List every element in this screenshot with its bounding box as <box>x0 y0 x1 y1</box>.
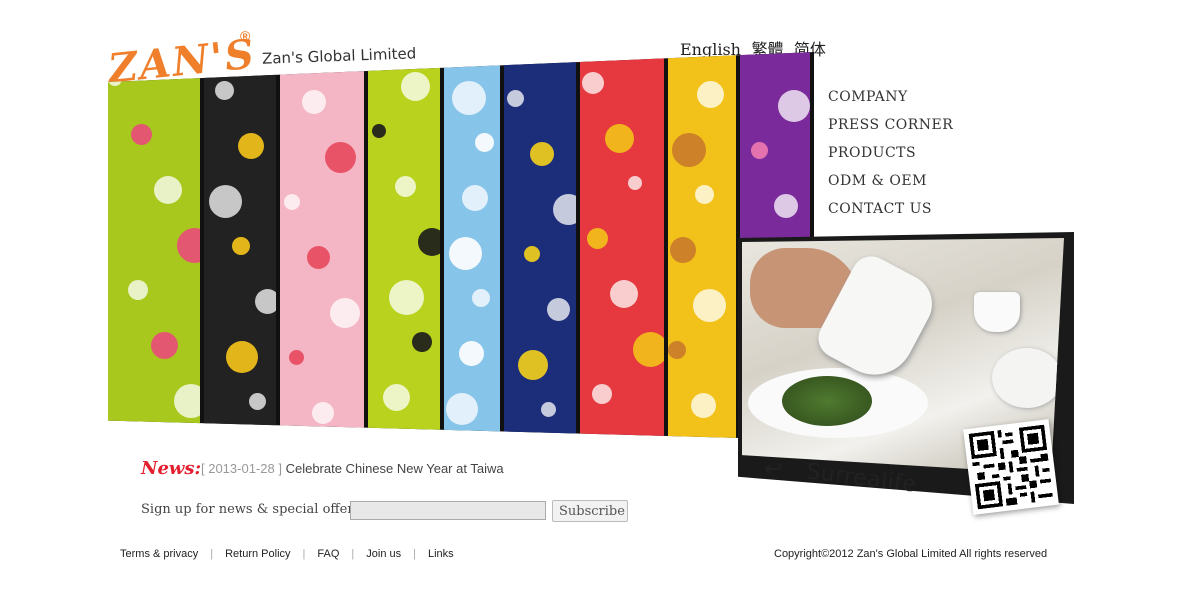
pattern-strip-navy-bells <box>504 52 576 440</box>
pattern-motif <box>695 185 714 204</box>
pattern-motif <box>232 237 250 255</box>
pattern-motif <box>751 142 768 159</box>
pattern-motif <box>226 341 258 373</box>
pattern-strip-green-tea <box>108 52 200 440</box>
pattern-motif <box>174 384 200 418</box>
main-nav: COMPANY PRESS CORNER PRODUCTS ODM & OEM … <box>828 88 953 228</box>
nav-contact-us[interactable]: CONTACT US <box>828 200 953 218</box>
pattern-motif <box>475 133 494 152</box>
pattern-motif <box>553 194 576 225</box>
pattern-motif <box>672 133 706 167</box>
pattern-motif <box>693 289 726 322</box>
pattern-strips <box>108 52 814 440</box>
pattern-motif <box>284 194 300 210</box>
pattern-motif <box>312 402 334 424</box>
pattern-motif <box>446 393 478 425</box>
pattern-motif <box>307 246 330 269</box>
pattern-motif <box>383 384 410 411</box>
footer-links: Terms & privacy | Return Policy | FAQ | Join u… <box>120 548 454 560</box>
pattern-motif <box>154 176 182 204</box>
pattern-motif <box>518 350 548 380</box>
saucer <box>992 348 1062 408</box>
divider: | <box>302 548 306 560</box>
pattern-motif <box>128 280 148 300</box>
pattern-motif <box>395 176 416 197</box>
pattern-motif <box>697 81 724 108</box>
pattern-motif <box>524 246 540 262</box>
hero-banner <box>108 52 814 440</box>
pattern-motif <box>330 298 360 328</box>
pattern-motif <box>541 402 556 417</box>
pattern-motif <box>592 384 612 404</box>
pattern-strip-colorful-cows <box>204 52 276 440</box>
footer-join-us-link[interactable]: Join us <box>366 548 401 560</box>
pattern-motif <box>633 332 664 367</box>
pattern-motif <box>582 72 604 94</box>
pattern-motif <box>249 393 266 410</box>
pattern-motif <box>151 332 178 359</box>
pattern-motif <box>530 142 554 166</box>
nav-company[interactable]: COMPANY <box>828 88 953 106</box>
pattern-motif <box>209 185 242 218</box>
nav-press-corner[interactable]: PRESS CORNER <box>828 116 953 134</box>
pattern-motif <box>459 341 484 366</box>
pattern-motif <box>255 289 276 314</box>
cup <box>974 292 1020 332</box>
pattern-motif <box>547 298 570 321</box>
salad <box>782 376 872 426</box>
pattern-motif <box>215 81 234 100</box>
pattern-motif <box>401 72 430 101</box>
pattern-motif <box>325 142 356 173</box>
pattern-motif <box>774 194 798 218</box>
pattern-motif <box>472 289 490 307</box>
pattern-motif <box>462 185 488 211</box>
footer-return-policy-link[interactable]: Return Policy <box>225 548 290 560</box>
pattern-motif <box>670 237 696 263</box>
divider: | <box>413 548 416 560</box>
nav-products[interactable]: PRODUCTS <box>828 144 953 162</box>
pattern-strip-pink-cow <box>280 52 364 440</box>
pattern-motif <box>605 124 634 153</box>
pattern-motif <box>389 280 424 315</box>
pattern-motif <box>668 341 686 359</box>
pattern-strip-cheese-mouse <box>668 52 736 440</box>
pattern-motif <box>507 90 524 107</box>
curly-arrow-icon: ↩ <box>764 456 783 481</box>
pattern-motif <box>628 176 642 190</box>
divider: | <box>351 548 355 560</box>
pattern-motif <box>177 228 200 263</box>
pattern-strip-lime-cow <box>368 52 440 440</box>
news-item: [ 2013-01-28 ] Celebrate Chinese New Yea… <box>201 461 504 476</box>
pattern-motif <box>108 72 122 86</box>
footer-links-link[interactable]: Links <box>428 548 454 560</box>
news-date: [ 2013-01-28 ] <box>201 461 282 476</box>
pattern-motif <box>412 332 432 352</box>
nav-odm-oem[interactable]: ODM & OEM <box>828 172 953 190</box>
pattern-motif <box>452 81 486 115</box>
news-title-link[interactable]: Celebrate Chinese New Year at Taiwa <box>286 461 504 476</box>
signup-label: Sign up for news & special offers: <box>141 502 365 517</box>
signup-email-input[interactable] <box>350 501 546 520</box>
pattern-motif <box>372 124 386 138</box>
copyright: Copyright©2012 Zan's Global Limited All … <box>774 548 1048 560</box>
pattern-motif <box>587 228 608 249</box>
pattern-strip-red-guitar <box>580 52 664 440</box>
pattern-motif <box>610 280 638 308</box>
footer-terms-link[interactable]: Terms & privacy <box>120 548 198 560</box>
pattern-motif <box>289 350 304 365</box>
pattern-motif <box>302 90 326 114</box>
registered-mark: ® <box>240 28 251 44</box>
footer-faq-link[interactable]: FAQ <box>317 548 339 560</box>
pattern-motif <box>449 237 482 270</box>
divider: | <box>210 548 214 560</box>
pattern-motif <box>418 228 440 256</box>
pattern-motif <box>691 393 716 418</box>
pattern-motif <box>238 133 264 159</box>
pattern-strip-blue-cat <box>444 52 500 440</box>
subscribe-button[interactable]: Subscribe <box>552 500 628 522</box>
pattern-motif <box>778 90 810 122</box>
qr-code <box>963 419 1059 515</box>
news-label: News: <box>141 458 202 479</box>
pattern-motif <box>131 124 152 145</box>
